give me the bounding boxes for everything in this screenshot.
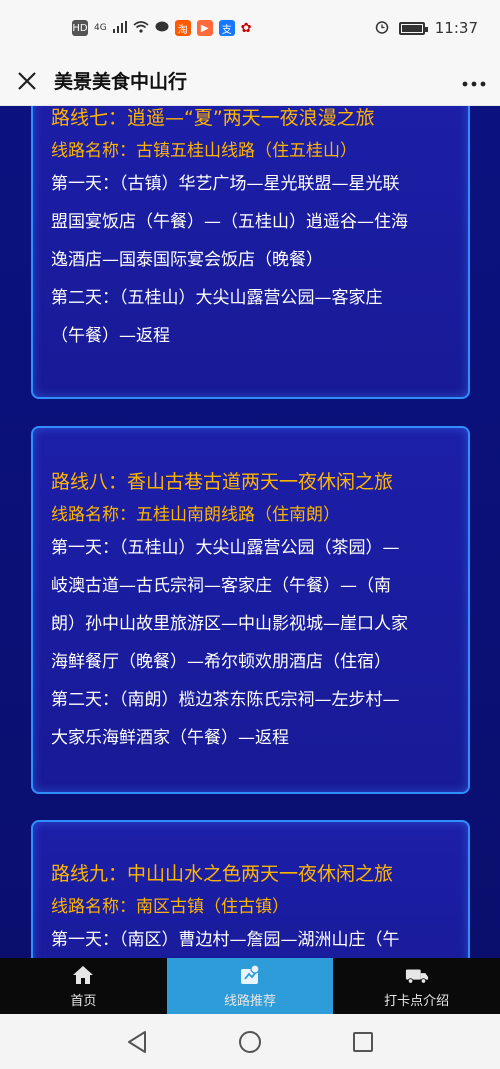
network-badge: 4G xyxy=(94,22,107,33)
route-card-9: 路线九：中山山水之色两天一夜休闲之旅 线路名称：南区古镇（住古镇） 第一天：（南… xyxy=(31,820,470,958)
status-icons-right: 11:37 xyxy=(375,19,478,37)
route-line: 大家乐海鲜酒家（午餐）—返程 xyxy=(51,728,289,748)
more-icon xyxy=(462,81,486,87)
wifi-icon xyxy=(133,20,149,36)
nav-routes[interactable]: 线路推荐 xyxy=(166,958,334,1014)
route-line: 盟国宴饭店（午餐）—（五桂山）逍遥谷—住海 xyxy=(51,212,408,232)
huawei-icon: ✿ xyxy=(240,20,252,36)
nav-home[interactable]: 首页 xyxy=(0,958,167,1014)
system-nav-bar xyxy=(0,1014,500,1069)
route-title: 路线七：逍遥—“夏”两天一夜浪漫之旅 xyxy=(51,107,375,129)
nav-checkin-label: 打卡点介绍 xyxy=(384,993,450,1009)
route-card-8: 路线八：香山古巷古道两天一夜休闲之旅 线路名称：五桂山南朗线路（住南朗） 第一天… xyxy=(31,426,470,794)
route-line: 第一天：（五桂山）大尖山露营公园（茶园）— xyxy=(51,538,400,558)
route-line: 岐澳古道—古氏宗祠—客家庄（午餐）—（南 xyxy=(51,576,391,596)
home-system-button[interactable] xyxy=(235,1027,265,1057)
route-title: 路线九：中山山水之色两天一夜休闲之旅 xyxy=(51,863,394,885)
route-line: 第一天：（古镇）华艺广场—星光联盟—星光联 xyxy=(51,174,400,194)
route-line: 第一天：（南区）曹边村—詹园—湖洲山庄（午 xyxy=(51,930,400,950)
nav-checkin[interactable]: 打卡点介绍 xyxy=(333,958,500,1014)
page-title: 美景美食中山行 xyxy=(54,71,188,93)
alarm-icon xyxy=(375,20,389,37)
nav-home-label: 首页 xyxy=(70,993,97,1009)
route-line: 逸酒店—国泰国际宴会饭店（晚餐） xyxy=(51,250,323,270)
signal-icon xyxy=(112,20,127,36)
title-bar: 美景美食中山行 xyxy=(0,56,500,106)
route-line: 第二天：（五桂山）大尖山露营公园—客家庄 xyxy=(51,288,383,308)
checkin-icon xyxy=(405,964,429,986)
more-options-button[interactable] xyxy=(462,68,486,93)
route-list[interactable]: 路线七：逍遥—“夏”两天一夜浪漫之旅 线路名称：古镇五桂山线路（住五桂山） 第一… xyxy=(0,106,500,958)
route-title: 路线八：香山古巷古道两天一夜休闲之旅 xyxy=(51,471,394,493)
route-line: 海鲜餐厅（晚餐）—希尔顿欢朋酒店（住宿） xyxy=(51,652,391,672)
video-icon: ▶ xyxy=(196,20,213,36)
back-triangle-icon xyxy=(127,1030,146,1053)
route-name: 线路名称：五桂山南朗线路（住南朗） xyxy=(51,505,340,525)
route-name: 线路名称：古镇五桂山线路（住五桂山） xyxy=(51,141,357,161)
clock-time: 11:37 xyxy=(434,19,478,37)
home-icon xyxy=(71,964,95,986)
bottom-nav: 首页 线路推荐 打卡点介绍 xyxy=(0,958,500,1014)
home-circle-icon xyxy=(238,1030,261,1053)
nav-routes-label: 线路推荐 xyxy=(224,993,277,1009)
alipay-icon: 支 xyxy=(218,20,235,36)
back-button[interactable] xyxy=(122,1027,152,1057)
route-name: 线路名称：南区古镇（住古镇） xyxy=(51,897,289,917)
recents-square-icon xyxy=(353,1031,374,1052)
close-icon xyxy=(18,71,36,90)
chat-icon xyxy=(155,21,169,36)
taobao-icon: 淘 xyxy=(174,20,191,36)
route-line: 朗）孙中山故里旅游区—中山影视城—崖口人家 xyxy=(51,614,408,634)
status-bar: HD 4G 淘 ▶ 支 ✿ 11:37 xyxy=(0,0,500,56)
route-line: 第二天：（南朗）榄边茶东陈氏宗祠—左步村— xyxy=(51,690,400,710)
battery-icon xyxy=(398,21,428,35)
route-line: （午餐）—返程 xyxy=(51,326,170,346)
status-icons-left: HD 4G 淘 ▶ 支 ✿ xyxy=(72,20,252,36)
route-icon xyxy=(238,963,262,986)
hd-badge: HD xyxy=(72,20,88,36)
recents-button[interactable] xyxy=(348,1027,378,1057)
close-button[interactable] xyxy=(14,68,40,94)
route-card-7: 路线七：逍遥—“夏”两天一夜浪漫之旅 线路名称：古镇五桂山线路（住五桂山） 第一… xyxy=(31,106,470,399)
